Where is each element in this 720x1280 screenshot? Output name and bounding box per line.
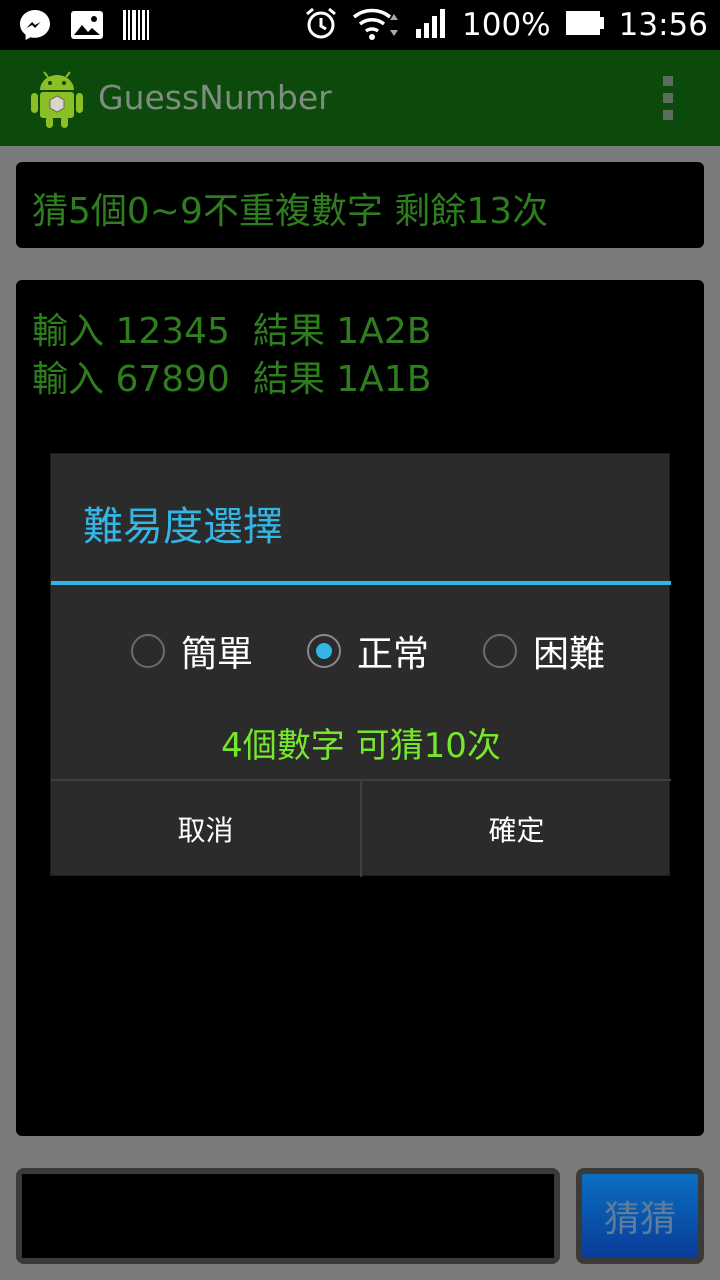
battery-percent: 100% xyxy=(462,7,551,43)
confirm-button[interactable]: 確定 xyxy=(360,781,671,877)
wifi-icon xyxy=(352,6,400,44)
history-line: 輸入 12345 結果 1A2B xyxy=(32,311,432,352)
alarm-icon xyxy=(304,6,338,44)
gallery-icon xyxy=(70,10,104,44)
guess-button-label: 猜猜 xyxy=(603,1199,676,1240)
history-line: 輸入 67890 結果 1A1B xyxy=(32,359,432,400)
radio-label: 簡單 xyxy=(181,634,254,675)
radio-button-icon[interactable] xyxy=(131,634,165,668)
radio-hard[interactable]: 困難 xyxy=(483,624,605,678)
dialog-button-bar: 取消 確定 xyxy=(51,779,671,877)
remaining-info: 猜5個0~9不重複數字 剩餘13次 xyxy=(32,191,549,232)
app-bar: GuessNumber xyxy=(0,50,720,146)
guess-input[interactable] xyxy=(22,1174,554,1258)
difficulty-radio-group: 簡單 正常 困難 xyxy=(51,624,671,678)
radio-easy[interactable]: 簡單 xyxy=(131,624,253,678)
info-panel: 猜5個0~9不重複數字 剩餘13次 xyxy=(16,162,704,248)
radio-label: 困難 xyxy=(533,634,606,675)
dialog-title: 難易度選擇 xyxy=(83,504,283,550)
dialog-divider xyxy=(51,581,671,585)
android-logo-icon xyxy=(28,66,86,130)
difficulty-dialog: 難易度選擇 簡單 正常 困難 4個數字 可猜10次 取消 確定 xyxy=(50,453,671,877)
overflow-menu-icon[interactable] xyxy=(656,76,680,120)
radio-normal[interactable]: 正常 xyxy=(307,624,429,678)
battery-icon xyxy=(565,10,605,40)
guess-input-field[interactable] xyxy=(16,1168,560,1264)
clock: 13:56 xyxy=(618,7,708,43)
app-title: GuessNumber xyxy=(98,78,332,117)
radio-label: 正常 xyxy=(357,634,430,675)
status-bar: 100% 13:56 xyxy=(0,0,720,50)
cancel-button[interactable]: 取消 xyxy=(51,781,360,877)
guess-button[interactable]: 猜猜 xyxy=(576,1168,704,1264)
radio-button-checked-icon[interactable] xyxy=(307,634,341,668)
radio-button-icon[interactable] xyxy=(483,634,517,668)
difficulty-description: 4個數字 可猜10次 xyxy=(221,726,501,766)
messenger-icon xyxy=(18,8,52,46)
barcode-icon xyxy=(122,9,150,45)
signal-icon xyxy=(414,7,448,43)
